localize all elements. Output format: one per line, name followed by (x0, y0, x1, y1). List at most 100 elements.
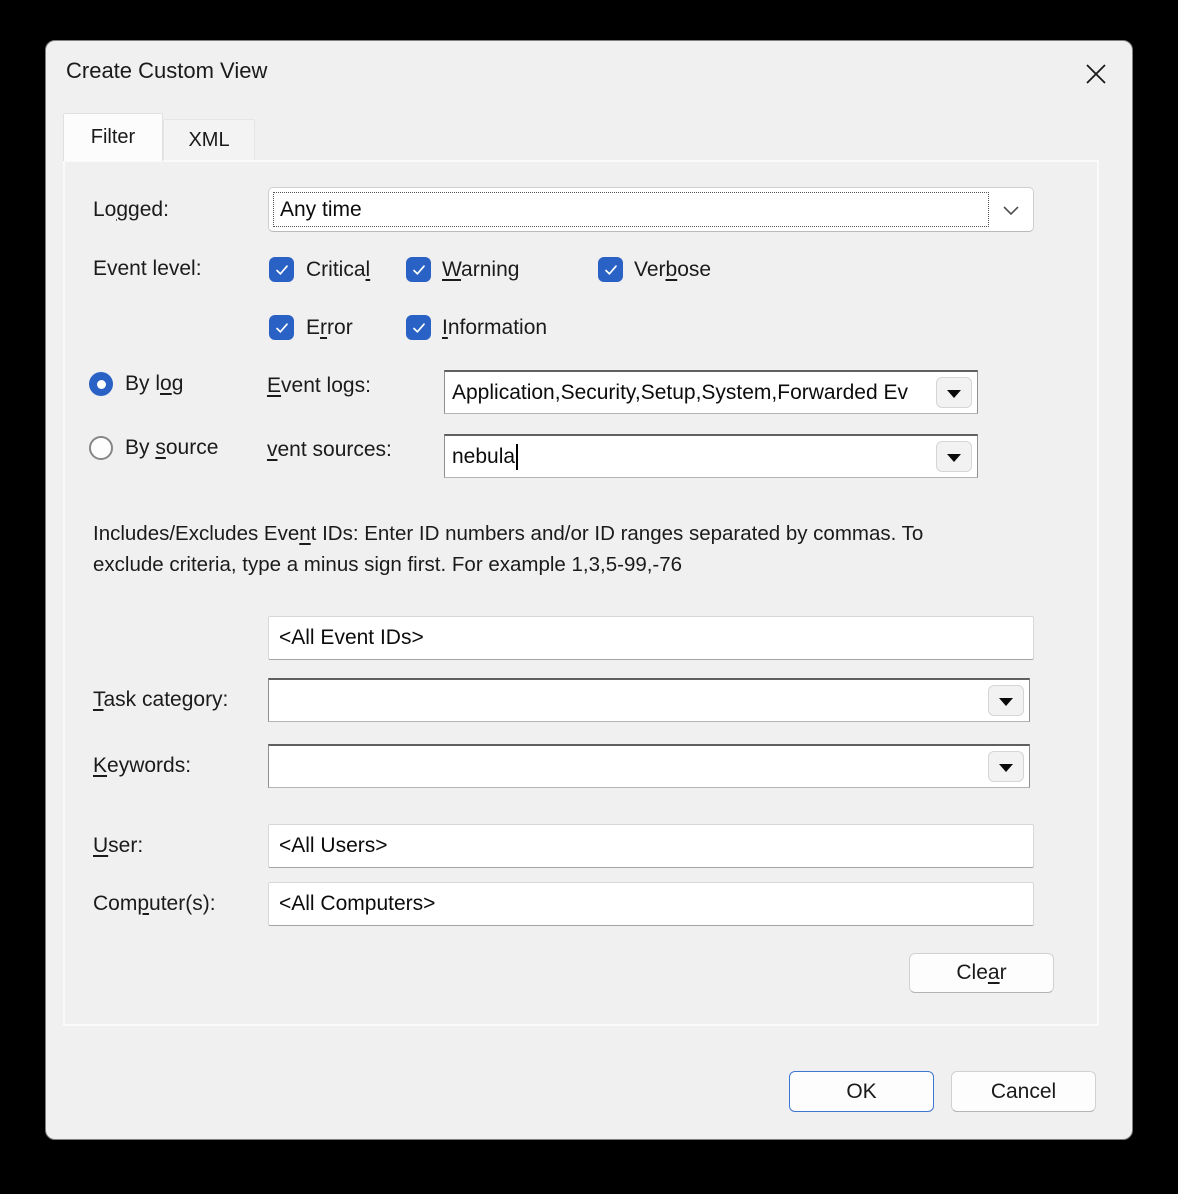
dropdown-arrow-icon (999, 764, 1013, 772)
check-icon (274, 320, 290, 336)
dropdown-arrow-icon (947, 390, 961, 398)
event-logs-dropdown-button[interactable] (936, 377, 972, 408)
tab-filter-label: Filter (91, 126, 135, 149)
label-accelerator: v (267, 438, 278, 461)
event-sources-dropdown-button[interactable] (936, 441, 972, 472)
event-ids-description: Includes/Excludes Event IDs: Enter ID nu… (93, 518, 1045, 580)
critical-checkbox[interactable] (269, 257, 294, 282)
check-icon (603, 262, 619, 278)
critical-checkbox-label: Critical (306, 258, 370, 282)
by-log-radio-label: By log (125, 372, 183, 396)
label-text: nformation (448, 316, 547, 339)
label-accelerator: g (116, 198, 128, 221)
label-text: Critica (306, 258, 366, 281)
label-accelerator: p (137, 892, 149, 915)
label-accelerator: l (366, 258, 371, 281)
keywords-combobox[interactable] (268, 744, 1030, 788)
desc-text: t IDs: Enter ID numbers and/or ID ranges… (311, 522, 924, 545)
logged-label: Logged: (93, 198, 169, 222)
label-text: ource (166, 436, 219, 459)
computers-label: Computer(s): (93, 892, 216, 916)
label-accelerator: b (666, 258, 678, 281)
radio-dot (97, 380, 106, 389)
logged-combobox[interactable]: Any time (268, 187, 1034, 232)
label-text: E (306, 316, 320, 339)
button-text: OK (846, 1080, 876, 1103)
dropdown-arrow-icon (947, 454, 961, 462)
event-sources-text: nebula (452, 445, 515, 469)
dialog-title: Create Custom View (66, 58, 267, 84)
keywords-dropdown-button[interactable] (988, 751, 1024, 782)
button-text: r (1000, 961, 1007, 984)
computers-input[interactable]: <All Computers> (268, 882, 1034, 926)
label-accelerator: K (93, 754, 107, 777)
label-text: eywords: (107, 754, 191, 777)
label-text: ser: (108, 834, 143, 857)
computers-value: <All Computers> (279, 892, 435, 916)
verbose-checkbox-label: Verbose (634, 258, 711, 282)
tab-filter[interactable]: Filter (63, 113, 163, 161)
label-accelerator: s (155, 436, 166, 459)
user-input[interactable]: <All Users> (268, 824, 1034, 868)
task-category-combobox[interactable] (268, 678, 1030, 722)
desc-text: Includes/Excludes Eve (93, 522, 299, 545)
close-button[interactable] (1072, 51, 1120, 97)
label-accelerator: E (267, 374, 281, 397)
warning-checkbox[interactable] (406, 257, 431, 282)
label-text: uter(s): (149, 892, 216, 915)
event-ids-input[interactable]: <All Event IDs> (268, 616, 1034, 660)
label-text: Com (93, 892, 137, 915)
label-accelerator: T (93, 688, 104, 711)
label-text: ent sources: (278, 438, 392, 461)
information-checkbox[interactable] (406, 315, 431, 340)
event-logs-value: Application,Security,Setup,System,Forwar… (445, 372, 931, 413)
verbose-checkbox[interactable] (598, 257, 623, 282)
label-text: vent logs: (281, 374, 371, 397)
warning-checkbox-label: Warning (442, 258, 519, 282)
chevron-down-icon (1002, 202, 1020, 218)
label-text: g (172, 372, 184, 395)
event-sources-value: nebula (445, 436, 931, 477)
error-checkbox[interactable] (269, 315, 294, 340)
check-icon (411, 262, 427, 278)
label-accelerator: r (320, 316, 327, 339)
cancel-button[interactable]: Cancel (951, 1071, 1096, 1112)
label-text: arning (461, 258, 519, 281)
label-text: ror (327, 316, 353, 339)
button-accelerator: a (988, 961, 1000, 984)
event-logs-label: Event logs: (267, 374, 371, 398)
task-category-dropdown-button[interactable] (988, 685, 1024, 716)
label-text: Ver (634, 258, 666, 281)
label-accelerator: U (93, 834, 108, 857)
ok-button[interactable]: OK (789, 1071, 934, 1112)
check-icon (411, 320, 427, 336)
keywords-value (269, 746, 983, 787)
user-value: <All Users> (279, 834, 388, 858)
event-sources-combobox[interactable]: nebula (444, 434, 978, 478)
task-category-label: Task category: (93, 688, 228, 712)
tab-xml-label: XML (188, 129, 229, 152)
focus-marquee: Any time (273, 192, 989, 227)
desc-text-line2: exclude criteria, type a minus sign firs… (93, 553, 682, 576)
label-accelerator: o (160, 372, 172, 395)
label-text: ose (677, 258, 711, 281)
close-icon (1083, 61, 1109, 87)
create-custom-view-dialog: Create Custom View Filter XML Logged: An… (45, 40, 1133, 1140)
event-level-label: Event level: (93, 257, 202, 281)
by-source-radio[interactable] (89, 436, 113, 460)
label-text: ask category: (104, 688, 229, 711)
event-logs-combobox[interactable]: Application,Security,Setup,System,Forwar… (444, 370, 978, 414)
by-log-radio[interactable] (89, 372, 113, 396)
task-category-value (269, 680, 983, 721)
tab-xml[interactable]: XML (163, 119, 255, 160)
check-icon (274, 262, 290, 278)
by-source-radio-label: By source (125, 436, 218, 460)
text-cursor (516, 444, 518, 470)
event-sources-label: vent sources: (267, 438, 392, 462)
logged-value: Any time (280, 198, 362, 222)
label-text: ged: (128, 198, 169, 221)
button-text: Cancel (991, 1080, 1056, 1103)
error-checkbox-label: Error (306, 316, 353, 340)
button-text: Cle (956, 961, 988, 984)
clear-button[interactable]: Clear (909, 953, 1054, 993)
